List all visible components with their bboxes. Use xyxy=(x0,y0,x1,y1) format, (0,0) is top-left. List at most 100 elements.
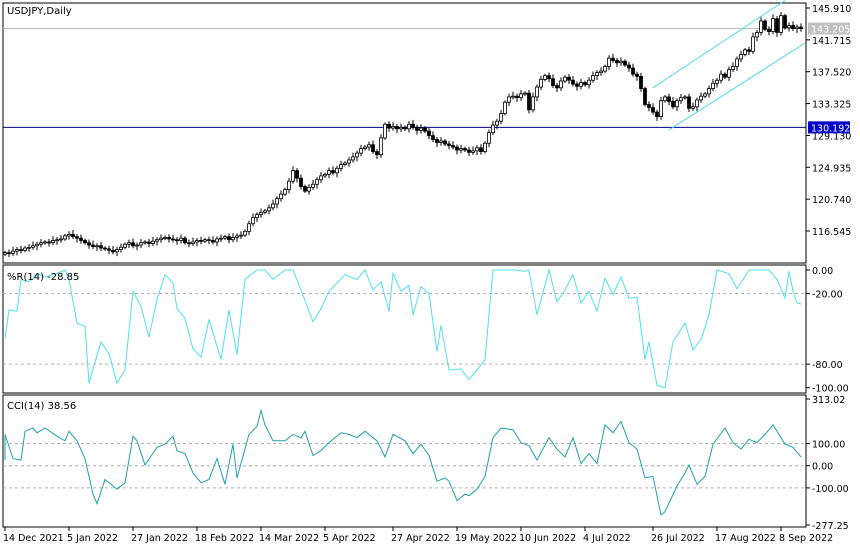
candle-body xyxy=(715,79,719,84)
candle-body xyxy=(267,207,271,212)
candle-body xyxy=(315,179,319,185)
candle-body xyxy=(607,57,611,67)
candle-body xyxy=(243,230,247,236)
time-tick-label: 19 May 2022 xyxy=(455,533,517,544)
cci-panel[interactable]: 313.02 100.00 0.00 -100.00 -277.25 xyxy=(2,394,849,532)
candle-body xyxy=(339,164,343,169)
candle-body xyxy=(39,242,43,245)
candle-body xyxy=(699,95,703,101)
candle-body xyxy=(407,123,411,130)
candle-body xyxy=(19,249,23,251)
cci-title: CCI(14) 38.56 xyxy=(7,401,76,412)
williams-r-panel[interactable]: 0.00 -20.00 -80.00 -100.00 xyxy=(2,264,849,395)
candle-body xyxy=(631,67,635,75)
candle-body xyxy=(75,236,79,239)
candle-body xyxy=(167,237,171,240)
candle-body xyxy=(455,146,459,151)
candle-body xyxy=(579,82,583,87)
candle-body xyxy=(355,152,359,158)
candle-body xyxy=(395,126,399,130)
candle-body xyxy=(111,249,115,253)
candle-body xyxy=(615,60,619,64)
candle-body xyxy=(135,244,139,247)
candle-body xyxy=(747,49,751,52)
candle-body xyxy=(191,241,195,244)
candle-body xyxy=(535,86,539,98)
candle-body xyxy=(95,245,99,248)
candle-body xyxy=(59,238,63,241)
candle-body xyxy=(139,242,143,246)
candle-body xyxy=(411,123,415,128)
candle-body xyxy=(519,93,523,99)
candle-body xyxy=(231,237,235,241)
price-tick-label: 141.715 xyxy=(812,36,851,47)
candle-body xyxy=(299,177,303,187)
candle-body xyxy=(383,123,387,139)
candle-body xyxy=(691,106,695,109)
candle-body xyxy=(735,58,739,67)
time-tick-label: 4 Jul 2022 xyxy=(583,533,631,544)
candle-body xyxy=(163,237,167,239)
candle-body xyxy=(255,214,259,219)
candle-body xyxy=(695,99,699,108)
candle-body xyxy=(63,235,67,240)
candle-body xyxy=(275,198,279,205)
candle-body xyxy=(495,120,499,126)
candle-body xyxy=(247,223,251,232)
candle-body xyxy=(207,239,211,242)
candle-body xyxy=(175,239,179,242)
candle-body xyxy=(551,78,555,86)
candle-body xyxy=(67,233,71,237)
candle-body xyxy=(51,240,55,244)
candle-body xyxy=(443,140,447,145)
candle xyxy=(503,100,507,116)
candle xyxy=(779,11,783,36)
candle-body xyxy=(671,101,675,108)
price-panel[interactable]: 145.910141.715137.520133.325129.130124.9… xyxy=(2,0,851,264)
candle-body xyxy=(523,92,527,95)
candle xyxy=(527,90,531,114)
candle-body xyxy=(479,147,483,153)
candle-body xyxy=(419,127,423,131)
candle-body xyxy=(303,186,307,192)
candle-body xyxy=(531,96,535,111)
candle-body xyxy=(555,85,559,89)
candle-body xyxy=(43,241,47,244)
candle-body xyxy=(755,31,759,38)
price-tick-label: 124.935 xyxy=(812,163,851,174)
candle-body xyxy=(467,149,471,153)
candle-body xyxy=(595,72,599,77)
candle-body xyxy=(651,107,655,113)
candle-body xyxy=(107,248,111,251)
time-tick-label: 17 Aug 2022 xyxy=(715,533,776,544)
chart-window[interactable]: 145.910141.715137.520133.325129.130124.9… xyxy=(0,0,860,550)
candle-body xyxy=(767,28,771,33)
candle-body xyxy=(791,25,795,29)
candle-body xyxy=(259,211,263,216)
candle-body xyxy=(311,183,315,188)
candle-body xyxy=(375,151,379,156)
candle-body xyxy=(647,104,651,108)
candle-body xyxy=(787,25,791,29)
candle-body xyxy=(47,241,51,244)
candle-body xyxy=(399,126,403,130)
wpr-tick-label: -80.00 xyxy=(812,360,843,371)
candle-body xyxy=(719,73,723,81)
candle-body xyxy=(771,18,775,33)
time-tick-label: 14 Mar 2022 xyxy=(259,533,319,544)
candle-body xyxy=(515,95,519,99)
candle-body xyxy=(199,240,203,242)
candle xyxy=(659,97,663,120)
chart-title: USDJPY,Daily xyxy=(7,6,72,17)
candle-body xyxy=(511,95,515,98)
candle-body xyxy=(291,170,295,182)
candle-body xyxy=(11,250,15,254)
candle-body xyxy=(295,170,299,179)
candle-body xyxy=(655,111,659,118)
candle xyxy=(483,141,487,154)
candle-body xyxy=(583,82,587,86)
candle-body xyxy=(683,96,687,99)
candle-body xyxy=(71,233,75,238)
price-tick-label: 145.910 xyxy=(812,4,851,15)
candle-body xyxy=(471,150,475,153)
